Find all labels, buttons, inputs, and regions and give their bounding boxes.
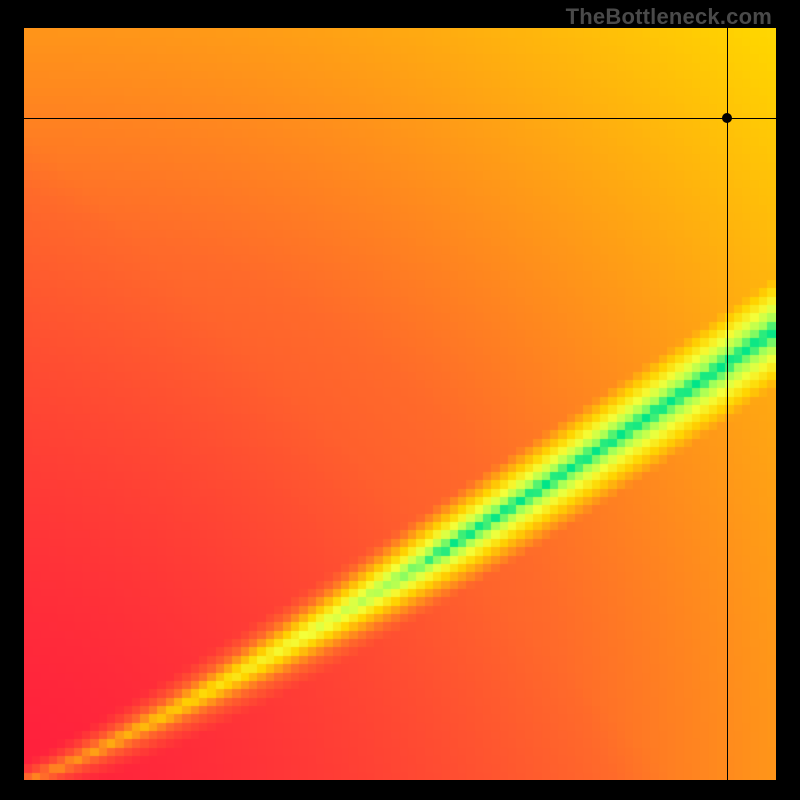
crosshair-horizontal [24,118,776,119]
heatmap-plot [24,28,776,780]
crosshair-vertical [727,28,728,780]
chart-container: TheBottleneck.com [0,0,800,800]
heatmap-canvas [24,28,776,780]
watermark-text: TheBottleneck.com [566,4,772,30]
